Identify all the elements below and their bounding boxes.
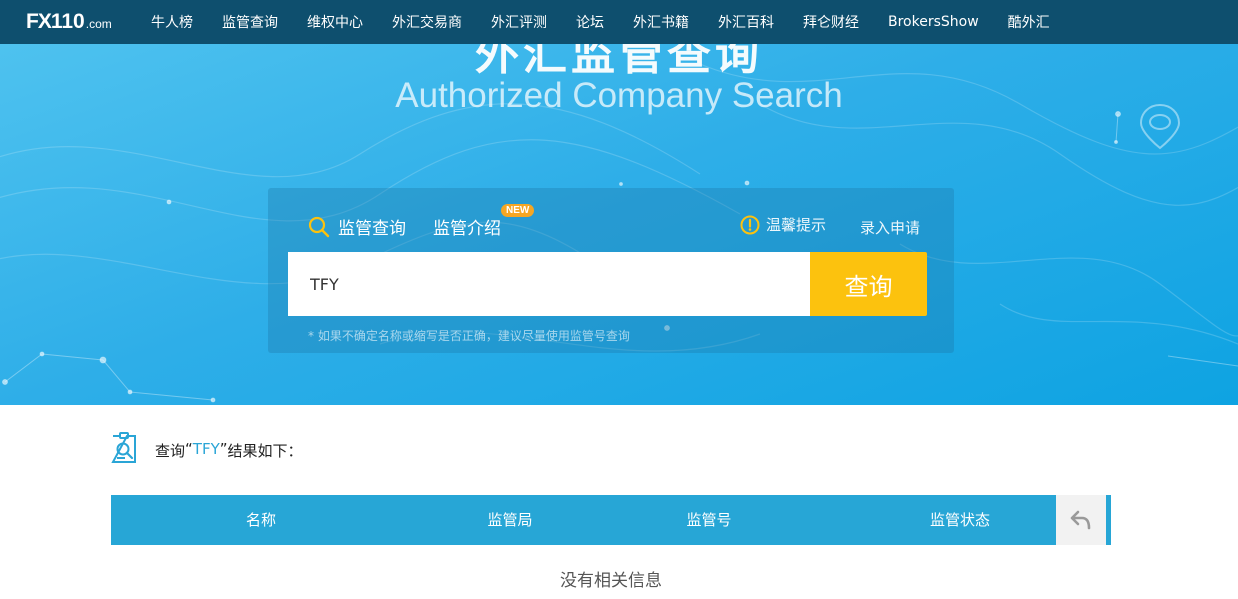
- result-title: 查询 “ TFY ” 结果如下：: [155, 440, 303, 461]
- logo-domain: .com: [85, 17, 112, 31]
- result-close-quote: ”: [219, 440, 228, 458]
- search-button[interactable]: 查询: [810, 252, 927, 316]
- column-header-status: 监管状态: [929, 511, 990, 529]
- nav-item-kuwaihui[interactable]: 酷外汇: [995, 12, 1063, 32]
- nav-item-brokers[interactable]: 外汇交易商: [379, 12, 475, 32]
- tab-regulation-search[interactable]: 监管查询: [308, 214, 406, 239]
- nav-item-reviews[interactable]: 外汇评测: [478, 12, 560, 32]
- tips-label: 温馨提示: [766, 216, 827, 234]
- fx110-logo[interactable]: FX 110 .com: [26, 10, 112, 34]
- warning-icon: [740, 215, 760, 234]
- nav-item-regulation-search[interactable]: 监管查询: [209, 12, 291, 32]
- search-panel: 监管查询 监管介绍 NEW 温馨提示 录入申请 查询 * 如果不确定名称或缩写是…: [268, 188, 954, 353]
- logo-fx: FX: [26, 10, 52, 33]
- back-button[interactable]: [1056, 495, 1106, 545]
- search-input[interactable]: [288, 252, 810, 316]
- result-title-prefix: 查询: [155, 442, 186, 460]
- nav-item-brokersshow[interactable]: BrokersShow: [875, 14, 992, 30]
- logo-number: 110: [50, 10, 85, 33]
- tab-regulation-search-label: 监管查询: [338, 219, 406, 239]
- column-header-license-number: 监管号: [686, 511, 732, 529]
- column-header-name: 名称: [245, 511, 276, 529]
- top-nav: FX 110 .com 牛人榜 监管查询 维权中心 外汇交易商 外汇评测 论坛 …: [0, 0, 1238, 44]
- nav-item-bailun-finance[interactable]: 拜仑财经: [790, 12, 872, 32]
- new-badge: NEW: [501, 204, 535, 217]
- nav-item-rights-center[interactable]: 维权中心: [294, 12, 376, 32]
- hero-banner: 外汇监管查询 Authorized Company Search 监管查询 监管…: [0, 44, 1238, 405]
- hero-title-english: Authorized Company Search: [395, 76, 843, 115]
- search-icon: [308, 216, 330, 237]
- column-header-regulator: 监管局: [487, 511, 533, 529]
- tips-link[interactable]: 温馨提示: [740, 214, 826, 235]
- tab-regulation-intro[interactable]: 监管介绍: [433, 214, 501, 239]
- return-arrow-icon: [1070, 510, 1091, 530]
- result-open-quote: “: [185, 440, 193, 458]
- search-result-icon: [111, 432, 136, 463]
- result-query: TFY: [192, 440, 220, 458]
- nav-item-ranking[interactable]: 牛人榜: [138, 12, 206, 32]
- nav-item-forum[interactable]: 论坛: [563, 12, 617, 32]
- nav-item-books[interactable]: 外汇书籍: [620, 12, 702, 32]
- nav-item-encyclopedia[interactable]: 外汇百科: [705, 12, 787, 32]
- results-table-header: 名称 监管局 监管号 监管状态: [111, 495, 1111, 545]
- no-results-message: 没有相关信息: [560, 571, 662, 591]
- result-title-suffix: 结果如下：: [227, 442, 303, 460]
- apply-link[interactable]: 录入申请: [860, 217, 920, 238]
- map-pin-icon: [1139, 103, 1181, 150]
- search-hint: * 如果不确定名称或缩写是否正确，建议尽量使用监管号查询: [308, 329, 630, 343]
- nav-menu: 牛人榜 监管查询 维权中心 外汇交易商 外汇评测 论坛 外汇书籍 外汇百科 拜仑…: [138, 0, 1066, 44]
